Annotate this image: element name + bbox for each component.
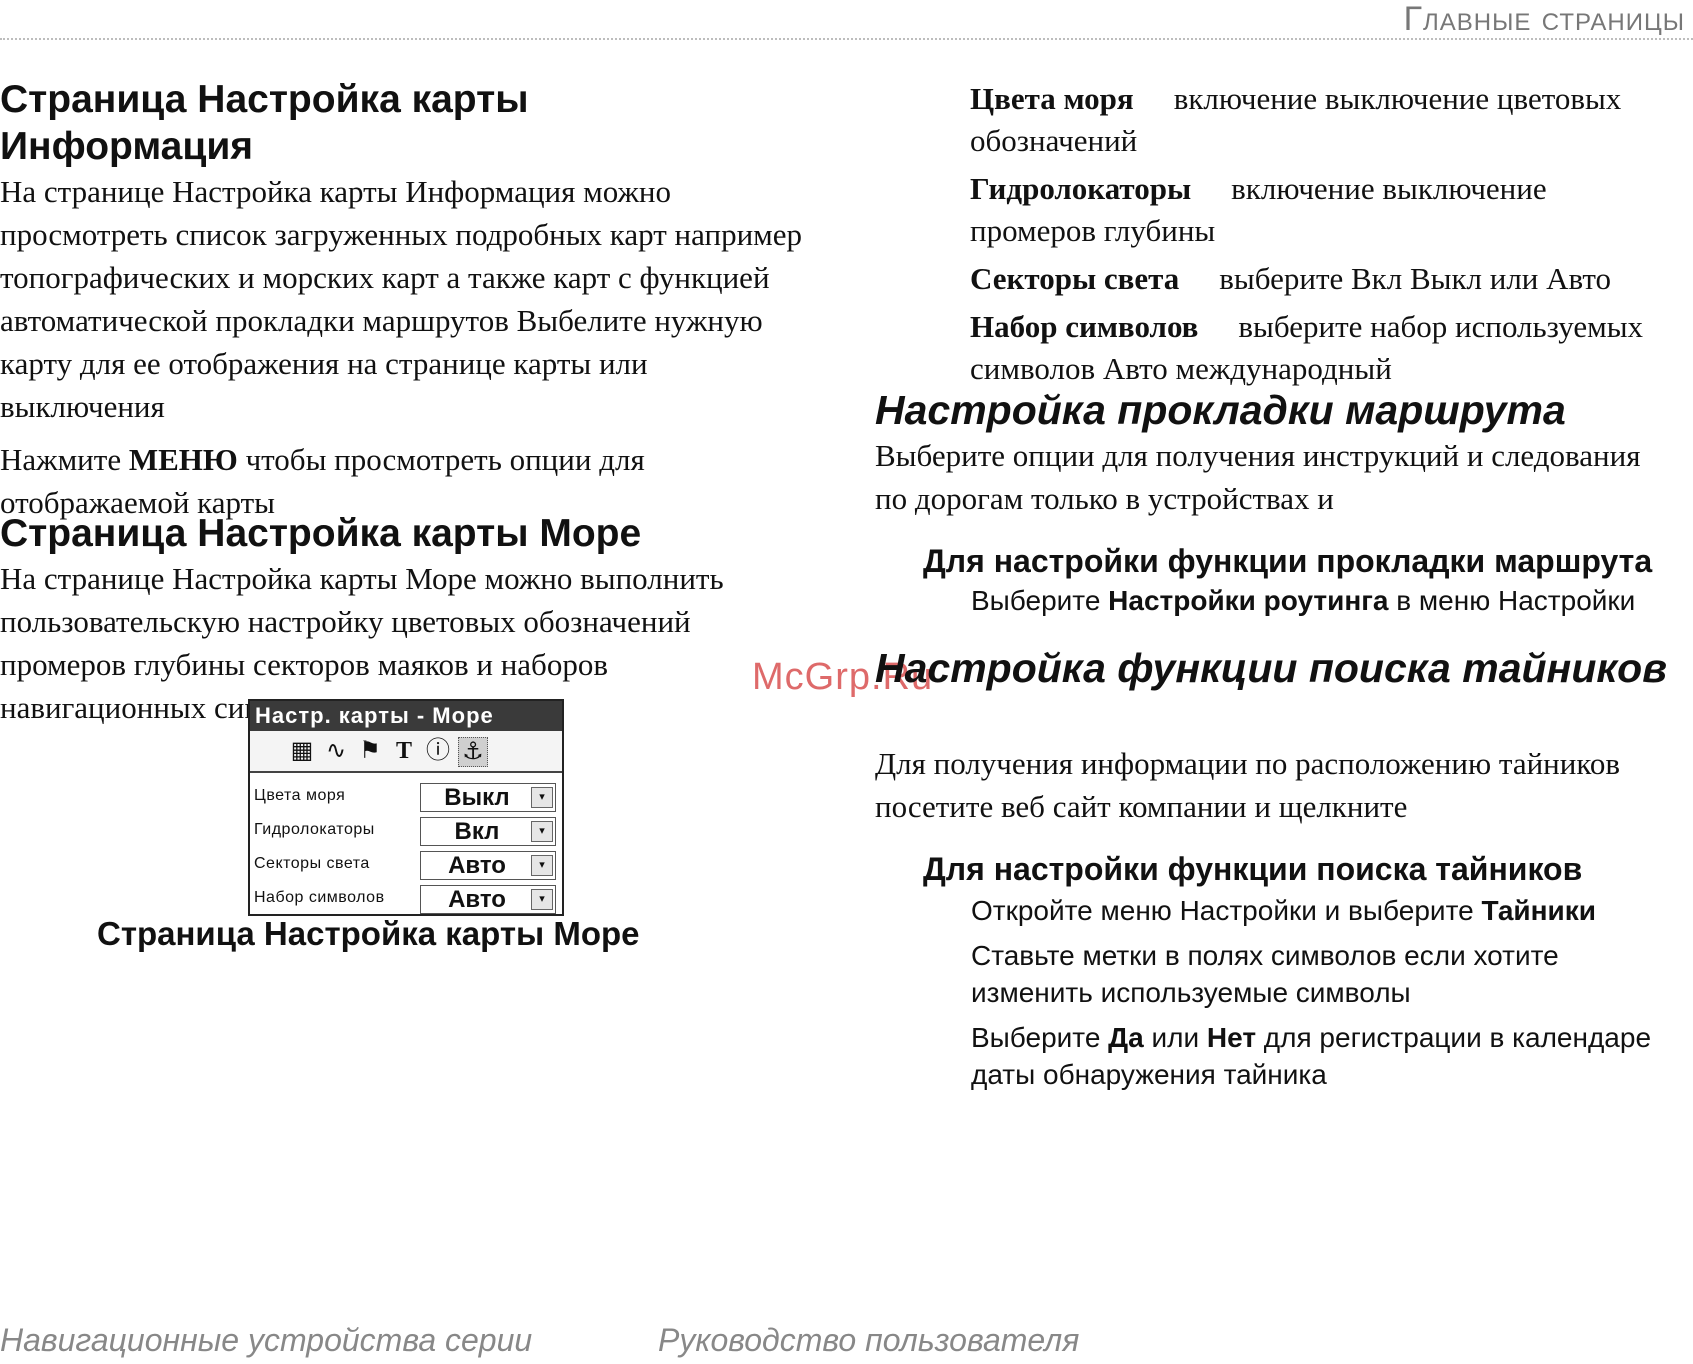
running-head: Главные страницы: [1403, 0, 1685, 38]
section-routing: Настройка прокладки маршрута Выберите оп…: [875, 386, 1675, 619]
setting-row-symbol-set: Набор символов Авто ▾: [250, 881, 562, 915]
geocache-step-2: Ставьте метки в полях символов если хоти…: [971, 940, 1559, 1008]
def-term: Цвета моря: [970, 81, 1134, 116]
figure-caption: Страница Настройка карты Море: [97, 915, 640, 952]
routing-step-post: в меню Настройки: [1388, 585, 1636, 616]
def-item: Цвета моря включение выключение цветовых …: [970, 78, 1670, 162]
info-title-line2: Информация: [0, 125, 254, 168]
geocache-step-1-pre: Откройте меню Настройки и выберите: [971, 895, 1482, 926]
sea-title: Страница Настройка карты Море: [0, 512, 642, 555]
device-title: Настр. карты - Море: [250, 701, 562, 731]
geocache-step-3-a: Выберите: [971, 1022, 1109, 1053]
section-geocache: Настройка функции поиска тайников Для по…: [875, 644, 1675, 1093]
select-value: Выкл: [444, 784, 510, 811]
geocache-step-3-yes: Да: [1108, 1022, 1144, 1053]
def-item: Гидролокаторы включение выключение промер…: [970, 168, 1670, 252]
chevron-down-icon[interactable]: ▾: [531, 787, 553, 808]
info-paragraph: На странице Настройка карты Информация м…: [0, 174, 803, 424]
text-icon[interactable]: T: [390, 737, 418, 765]
section-sea: Страница Настройка карты Море На страниц…: [0, 510, 810, 729]
section-info: Страница Настройка карты Информация На с…: [0, 76, 810, 524]
geocache-step-3-c: или: [1143, 1022, 1207, 1053]
routing-title: Настройка прокладки маршрута: [875, 387, 1566, 433]
chevron-down-icon[interactable]: ▾: [531, 821, 553, 842]
header-rule: [0, 38, 1693, 40]
route-icon[interactable]: ∿: [322, 737, 350, 765]
routing-step-bold: Настройки роутинга: [1108, 585, 1389, 616]
select-value: Авто: [448, 886, 506, 913]
select-value: Авто: [448, 852, 506, 879]
geocache-title: Настройка функции поиска тайников: [875, 645, 1667, 691]
geocache-step-1: Откройте меню Настройки и выберите Тайни…: [971, 892, 1675, 929]
info-icon[interactable]: ⓘ: [424, 737, 452, 765]
select-value: Вкл: [454, 818, 500, 845]
sonar-select[interactable]: Вкл ▾: [420, 817, 556, 846]
light-sectors-select[interactable]: Авто ▾: [420, 851, 556, 880]
footer-right: Руководство пользователя: [658, 1322, 1080, 1358]
definitions-list: Цвета моря включение выключение цветовых …: [970, 78, 1670, 390]
setting-label: Гидролокаторы: [254, 821, 375, 838]
geocache-step-3: Выберите Да или Нет для регистрации в ка…: [971, 1019, 1675, 1093]
menu-paragraph-pre: Нажмите: [0, 442, 129, 477]
geocache-subtitle: Для настройки функции поиска тайников: [923, 851, 1583, 887]
menu-key: МЕНЮ: [128, 442, 238, 477]
routing-subtitle: Для настройки функции прокладки маршрута: [923, 543, 1653, 579]
def-term: Набор символов: [970, 309, 1199, 344]
setting-label: Набор символов: [254, 889, 385, 906]
routing-step: Выберите Настройки роутинга в меню Настр…: [971, 582, 1675, 619]
chevron-down-icon[interactable]: ▾: [531, 855, 553, 876]
flag-icon[interactable]: ⚑: [356, 737, 384, 765]
sea-colors-select[interactable]: Выкл ▾: [420, 783, 556, 812]
setting-row-light-sectors: Секторы света Авто ▾: [250, 847, 562, 881]
symbol-set-select[interactable]: Авто ▾: [420, 885, 556, 914]
map-icon[interactable]: ▦: [288, 737, 316, 765]
def-term: Секторы света: [970, 261, 1180, 296]
device-icon-bar: ▦ ∿ ⚑ T ⓘ ⚓: [250, 731, 562, 773]
def-item: Секторы света выберите Вкл Выкл или Авто: [970, 258, 1670, 300]
chevron-down-icon[interactable]: ▾: [531, 889, 553, 910]
geocache-step-3-no: Нет: [1206, 1022, 1257, 1053]
geocache-step-1-bold: Тайники: [1481, 895, 1596, 926]
setting-label: Секторы света: [254, 855, 370, 872]
routing-paragraph: Выберите опции для получения инструкций …: [875, 438, 1641, 516]
info-title-line1: Страница Настройка карты: [0, 78, 529, 121]
geocache-paragraph: Для получения информации по расположению…: [875, 746, 1620, 824]
routing-step-pre: Выберите: [971, 585, 1109, 616]
def-desc: выберите Вкл Выкл или Авто: [1219, 261, 1612, 296]
footer-left: Навигационные устройства серии: [0, 1322, 533, 1358]
setting-row-sea-colors: Цвета моря Выкл ▾: [250, 779, 562, 813]
setting-label: Цвета моря: [254, 787, 346, 804]
def-item: Набор символов выберите набор используемы…: [970, 306, 1670, 390]
device-screen: Настр. карты - Море ▦ ∿ ⚑ T ⓘ ⚓ Цвета мо…: [248, 699, 564, 916]
def-term: Гидролокаторы: [970, 171, 1192, 206]
setting-row-sonar: Гидролокаторы Вкл ▾: [250, 813, 562, 847]
anchor-icon[interactable]: ⚓: [458, 737, 488, 767]
